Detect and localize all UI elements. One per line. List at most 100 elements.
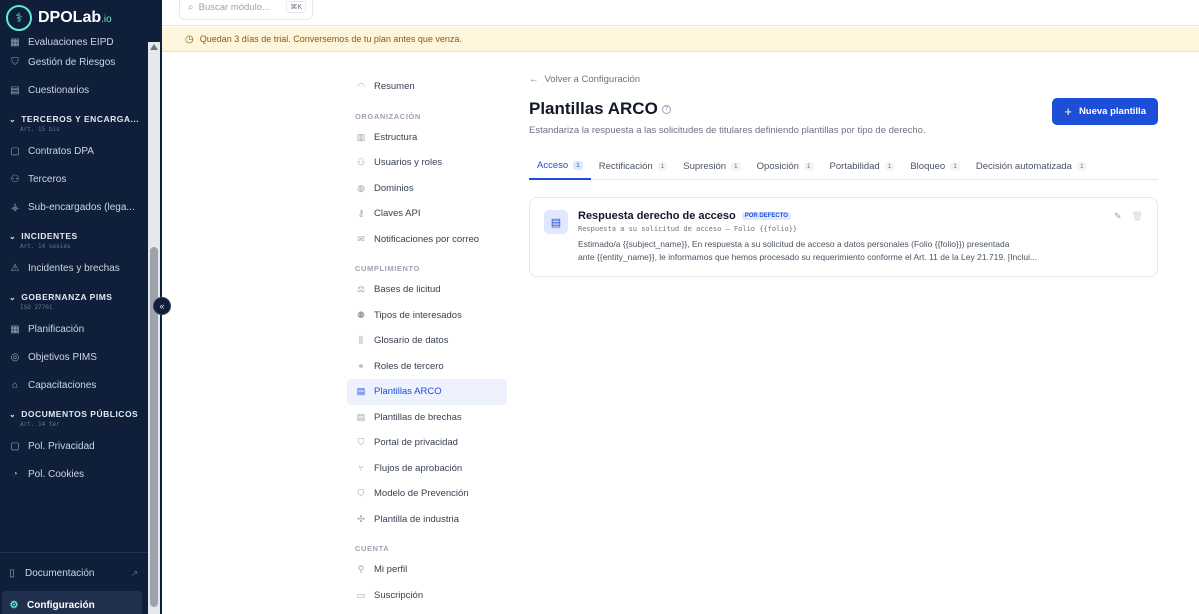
settings-item-mi-perfil[interactable]: ⚲ Mi perfil: [347, 557, 507, 583]
tab-count: 1: [657, 161, 668, 171]
tab-count: 1: [731, 161, 741, 171]
sidebar-item-riesgos[interactable]: ⛉ Gestión de Riesgos: [0, 48, 148, 76]
users-icon: ⚇: [10, 173, 20, 185]
settings-section-cumplimiento: CUMPLIMIENTO: [355, 264, 420, 273]
settings-item-claves-api[interactable]: ⚷ Claves API: [347, 201, 507, 227]
users-icon: ⚇: [356, 157, 366, 168]
section-documentos[interactable]: ⌄ DOCUMENTOS PÚBLICOS Art. 14 ter: [0, 399, 148, 432]
credit-card-icon: ▭: [356, 589, 366, 600]
cookie-icon: ◔: [11, 468, 19, 480]
sidebar-item-sub-encargados[interactable]: ⚶ Sub-encargados (lega...: [0, 193, 148, 221]
trash-icon[interactable]: 🗑: [1132, 211, 1143, 222]
gear-icon: ⚙: [9, 599, 19, 611]
user-group-icon: ⚉: [356, 309, 366, 320]
sidebar-item-cuestionarios[interactable]: ▤ Cuestionarios: [0, 76, 148, 104]
arrow-left-icon: ←: [529, 74, 539, 85]
search-input[interactable]: ⌕ Buscar módulo... ⌘K: [179, 0, 313, 20]
globe-icon: ◍: [357, 182, 365, 193]
logo[interactable]: ⚕ DPOLab.io: [0, 0, 162, 36]
settings-item-modelo-prevencion[interactable]: ⛉ Modelo de Prevención: [347, 481, 507, 507]
document-icon: ▢: [10, 145, 20, 157]
settings-item-usuarios[interactable]: ⚇ Usuarios y roles: [347, 150, 507, 176]
chevron-down-icon: ⌄: [9, 114, 17, 124]
tab-rectificacion[interactable]: Rectificación 1: [591, 152, 675, 180]
sidebar: ⚕ DPOLab.io ▦ Evaluaciones EIPD ⛉ Gestión …: [0, 0, 162, 614]
calendar-icon: ▦: [10, 323, 20, 335]
sidebar-item-pol-cookies[interactable]: ◔ Pol. Cookies: [0, 460, 148, 488]
settings-item-tipos-interesados[interactable]: ⚉ Tipos de interesados: [347, 303, 507, 329]
sidebar-item-planificacion[interactable]: ▦ Planificación: [0, 315, 148, 343]
settings-item-dominios[interactable]: ◍ Dominios: [347, 176, 507, 202]
sidebar-item-capacitaciones[interactable]: ⌂ Capacitaciones: [0, 371, 148, 399]
settings-item-flujos-aprobacion[interactable]: ⑂ Flujos de aprobación: [347, 456, 507, 482]
section-terceros[interactable]: ⌄ TERCEROS Y ENCARGA... Art. 15 bis: [0, 104, 148, 137]
settings-item-bases-licitud[interactable]: ⚖ Bases de licitud: [347, 277, 507, 303]
help-icon[interactable]: ?: [661, 104, 671, 114]
sidebar-item-configuracion[interactable]: ⚙ Configuración: [2, 591, 142, 614]
puzzle-icon: ✣: [357, 513, 365, 524]
settings-item-suscripcion[interactable]: ▭ Suscripción: [347, 583, 507, 609]
tab-count: 1: [950, 161, 960, 171]
settings-item-notificaciones[interactable]: ✉ Notificaciones por correo: [347, 227, 507, 253]
graduation-cap-icon: ⌂: [11, 379, 19, 391]
book-icon: ▯: [9, 567, 15, 579]
sidebar-item-contratos-dpa[interactable]: ▢ Contratos DPA: [0, 137, 148, 165]
settings-item-estructura[interactable]: ▥ Estructura: [347, 125, 507, 151]
grid-icon: ▦: [10, 37, 20, 48]
mail-icon: ✉: [357, 233, 365, 244]
settings-item-plantilla-industria[interactable]: ✣ Plantilla de industria: [347, 507, 507, 533]
page-subtitle: Estandariza la respuesta a las solicitud…: [529, 125, 926, 136]
sidebar-item-incidentes[interactable]: ⚠ Incidentes y brechas: [0, 254, 148, 282]
shortcut-hint: ⌘K: [286, 1, 306, 13]
settings-item-resumen[interactable]: ◠ Resumen: [347, 74, 507, 100]
tab-bloqueo[interactable]: Bloqueo 1: [902, 152, 968, 180]
settings-item-plantillas-arco[interactable]: ▤ Plantillas ARCO: [347, 379, 507, 405]
sidebar-nav: ▦ Evaluaciones EIPD ⛉ Gestión de Riesgos ▤…: [0, 36, 148, 488]
clipboard-icon: ▤: [10, 84, 20, 96]
settings-item-roles-tercero[interactable]: ⚭ Roles de tercero: [347, 354, 507, 380]
tab-acceso[interactable]: Acceso 1: [529, 152, 591, 180]
tab-count: 1: [884, 161, 895, 171]
template-subject: Respuesta a su solicitud de acceso — Fol…: [578, 225, 798, 233]
sidebar-item-evaluaciones[interactable]: ▦ Evaluaciones EIPD: [0, 36, 148, 48]
settings-section-cuenta: CUENTA: [355, 544, 390, 553]
user-icon: ⚲: [357, 564, 365, 575]
settings-section-organizacion: ORGANIZACIÓN: [355, 111, 421, 121]
tab-count: 1: [1076, 161, 1087, 171]
scale-icon: ⚖: [356, 284, 366, 295]
section-gobernanza[interactable]: ⌄ GOBERNANZA PIMS ISO 27701: [0, 282, 148, 315]
plus-icon: +: [1064, 104, 1072, 119]
brand-name: DPOLab: [38, 9, 102, 26]
shield-icon: ⛉: [11, 56, 19, 68]
chevrons-left-icon: «: [159, 301, 165, 311]
sidebar-item-pol-privacidad[interactable]: ▢ Pol. Privacidad: [0, 432, 148, 460]
handshake-icon: ⚭: [357, 360, 365, 371]
dna-logo-icon: ⚕: [6, 5, 32, 31]
new-template-button[interactable]: + Nueva plantilla: [1052, 98, 1158, 125]
scroll-up-arrow-icon[interactable]: [150, 44, 158, 50]
topbar: ⌕ Buscar módulo... ⌘K: [162, 0, 1199, 26]
settings-item-plantillas-brechas[interactable]: ▤ Plantillas de brechas: [347, 405, 507, 431]
tab-supresion[interactable]: Supresión 1: [675, 152, 748, 180]
settings-item-glosario[interactable]: ⫼ Glosario de datos: [347, 328, 507, 354]
external-link-icon: ↗: [131, 568, 138, 578]
template-card[interactable]: ▤ Respuesta derecho de acceso POR DEFECT…: [529, 197, 1158, 277]
sidebar-item-documentacion[interactable]: ▯ Documentación ↗: [0, 559, 148, 587]
warning-icon: ⚠: [10, 262, 20, 274]
tab-decision-automatizada[interactable]: Decisión automatizada 1: [968, 152, 1095, 180]
settings-item-portal-privacidad[interactable]: ⛉ Portal de privacidad: [347, 430, 507, 456]
section-incidentes[interactable]: ⌄ INCIDENTES Art. 14 sexies: [0, 221, 148, 254]
tab-portabilidad[interactable]: Portabilidad 1: [822, 152, 903, 180]
edit-pencil-icon[interactable]: ✎: [1114, 211, 1122, 222]
back-link[interactable]: ← Volver a Configuración: [529, 74, 1158, 85]
collapse-sidebar-button[interactable]: «: [153, 297, 171, 315]
trial-banner: ◷ Quedan 3 días de trial. Conversemos de…: [162, 27, 1199, 52]
sidebar-item-objetivos[interactable]: ◎ Objetivos PIMS: [0, 343, 148, 371]
template-name: Respuesta derecho de acceso: [578, 210, 736, 222]
main-content: ← Volver a Configuración Plantillas ARCO?…: [529, 74, 1158, 277]
sidebar-scrollbar[interactable]: [148, 42, 160, 614]
sidebar-item-terceros[interactable]: ⚇ Terceros: [0, 165, 148, 193]
tab-oposicion[interactable]: Oposición 1: [749, 152, 822, 180]
network-icon: ⚶: [10, 201, 20, 213]
document-icon: ▢: [10, 440, 20, 452]
